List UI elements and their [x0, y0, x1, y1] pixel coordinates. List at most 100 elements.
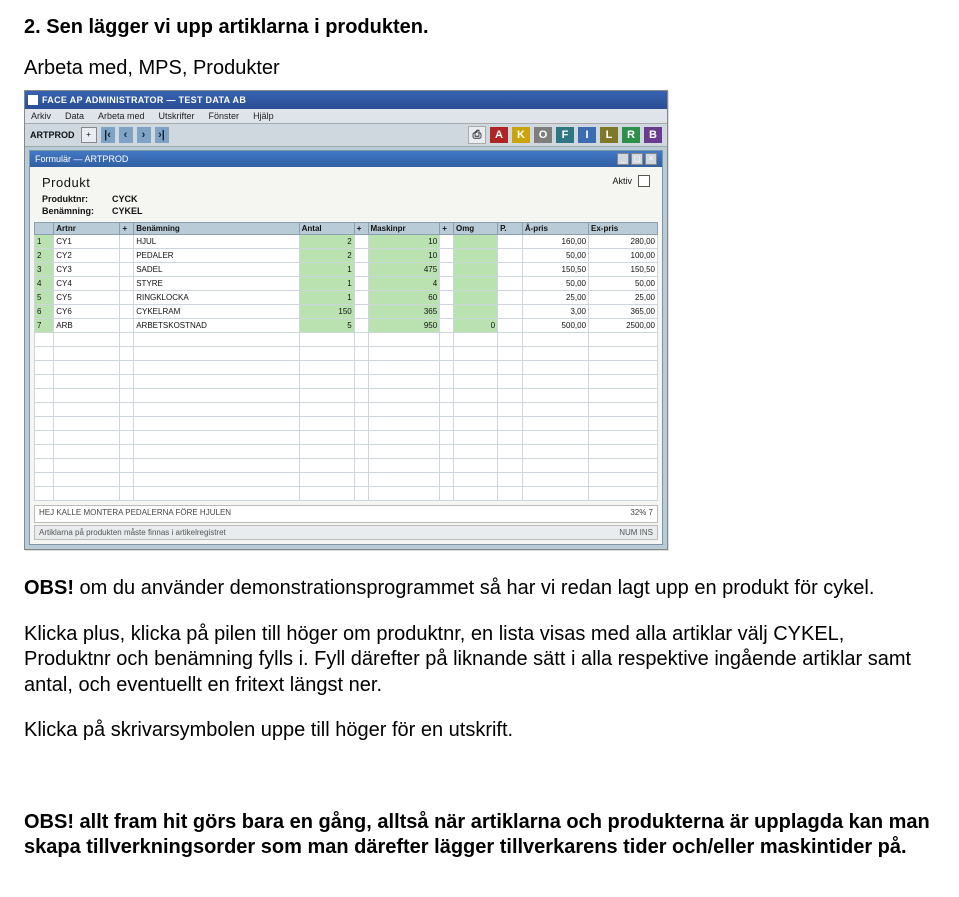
grid-cell[interactable]: ARBETSKOSTNAD [134, 319, 299, 333]
grid-cell[interactable] [498, 249, 523, 263]
grid-cell[interactable] [440, 431, 454, 445]
tile-o[interactable]: O [534, 127, 552, 143]
grid-cell[interactable] [35, 473, 54, 487]
tile-a[interactable]: A [490, 127, 508, 143]
grid-cell[interactable] [120, 403, 134, 417]
table-row[interactable] [35, 487, 658, 501]
grid-cell[interactable] [453, 235, 497, 249]
grid-cell[interactable]: 1 [299, 291, 354, 305]
tile-r[interactable]: R [622, 127, 640, 143]
grid-cell[interactable] [299, 333, 354, 347]
grid-cell[interactable]: 7 [35, 319, 54, 333]
grid-cell[interactable] [453, 305, 497, 319]
grid-cell[interactable] [453, 445, 497, 459]
grid-cell[interactable] [453, 249, 497, 263]
grid-cell[interactable] [120, 277, 134, 291]
table-row[interactable]: 3CY3SADEL1475150,50150,50 [35, 263, 658, 277]
grid-cell[interactable] [299, 487, 354, 501]
grid-cell[interactable] [440, 319, 454, 333]
table-row[interactable] [35, 389, 658, 403]
grid-cell[interactable] [134, 361, 299, 375]
grid-cell[interactable] [299, 473, 354, 487]
grid-cell[interactable] [354, 277, 368, 291]
aktiv-checkbox[interactable] [638, 175, 650, 187]
grid-cell[interactable]: CY3 [54, 263, 120, 277]
grid-cell[interactable] [589, 417, 658, 431]
product-grid[interactable]: Artnr+BenämningAntal+Maskinpr+OmgP.Å-pri… [34, 222, 658, 501]
grid-cell[interactable] [453, 347, 497, 361]
grid-cell[interactable]: PEDALER [134, 249, 299, 263]
grid-cell[interactable] [440, 417, 454, 431]
table-row[interactable]: 7ARBARBETSKOSTNAD59500500,002500,00 [35, 319, 658, 333]
grid-cell[interactable] [440, 473, 454, 487]
grid-cell[interactable] [368, 459, 440, 473]
grid-cell[interactable] [440, 361, 454, 375]
grid-cell[interactable] [589, 333, 658, 347]
grid-cell[interactable] [354, 375, 368, 389]
grid-cell[interactable] [54, 347, 120, 361]
grid-cell[interactable] [440, 445, 454, 459]
table-row[interactable]: 5CY5RINGKLOCKA16025,0025,00 [35, 291, 658, 305]
grid-cell[interactable] [120, 291, 134, 305]
grid-cell[interactable] [354, 417, 368, 431]
grid-cell[interactable]: 100,00 [589, 249, 658, 263]
grid-header[interactable]: Benämning [134, 223, 299, 235]
grid-cell[interactable] [453, 417, 497, 431]
grid-cell[interactable] [453, 403, 497, 417]
grid-cell[interactable] [134, 403, 299, 417]
grid-cell[interactable]: ARB [54, 319, 120, 333]
grid-cell[interactable] [498, 319, 523, 333]
grid-cell[interactable] [368, 375, 440, 389]
grid-cell[interactable] [498, 375, 523, 389]
grid-cell[interactable] [368, 361, 440, 375]
grid-cell[interactable] [589, 375, 658, 389]
grid-cell[interactable]: 5 [299, 319, 354, 333]
grid-cell[interactable] [54, 445, 120, 459]
grid-cell[interactable] [35, 459, 54, 473]
grid-cell[interactable] [35, 431, 54, 445]
grid-cell[interactable]: STYRE [134, 277, 299, 291]
grid-cell[interactable] [134, 375, 299, 389]
grid-header[interactable]: Artnr [54, 223, 120, 235]
grid-cell[interactable] [299, 375, 354, 389]
table-row[interactable] [35, 333, 658, 347]
grid-cell[interactable] [354, 403, 368, 417]
menu-data[interactable]: Data [65, 111, 84, 121]
nav-first-icon[interactable]: |‹ [101, 127, 115, 143]
close-icon[interactable]: × [645, 153, 657, 165]
grid-cell[interactable] [299, 389, 354, 403]
grid-cell[interactable] [368, 389, 440, 403]
grid-cell[interactable] [589, 445, 658, 459]
benamning-value[interactable]: CYKEL [112, 206, 292, 216]
grid-header[interactable]: P. [498, 223, 523, 235]
grid-cell[interactable] [453, 333, 497, 347]
freetext-line[interactable]: HEJ KALLE MONTERA PEDALERNA FÖRE HJULEN … [34, 505, 658, 523]
grid-cell[interactable] [299, 431, 354, 445]
grid-cell[interactable] [440, 235, 454, 249]
grid-cell[interactable] [134, 431, 299, 445]
grid-cell[interactable] [589, 389, 658, 403]
grid-cell[interactable] [54, 333, 120, 347]
grid-cell[interactable] [498, 445, 523, 459]
grid-cell[interactable] [299, 445, 354, 459]
grid-cell[interactable] [498, 291, 523, 305]
grid-cell[interactable]: CY5 [54, 291, 120, 305]
tile-i[interactable]: I [578, 127, 596, 143]
grid-cell[interactable] [134, 417, 299, 431]
grid-cell[interactable] [453, 291, 497, 305]
grid-cell[interactable]: RINGKLOCKA [134, 291, 299, 305]
grid-cell[interactable] [354, 319, 368, 333]
grid-cell[interactable]: 5 [35, 291, 54, 305]
grid-header[interactable]: Omg [453, 223, 497, 235]
grid-cell[interactable] [368, 333, 440, 347]
table-row[interactable]: 2CY2PEDALER21050,00100,00 [35, 249, 658, 263]
grid-cell[interactable] [120, 333, 134, 347]
grid-cell[interactable] [354, 431, 368, 445]
grid-cell[interactable] [589, 431, 658, 445]
grid-cell[interactable] [522, 389, 588, 403]
grid-cell[interactable] [35, 445, 54, 459]
grid-cell[interactable] [522, 417, 588, 431]
table-row[interactable] [35, 431, 658, 445]
grid-cell[interactable] [299, 347, 354, 361]
grid-cell[interactable] [120, 431, 134, 445]
